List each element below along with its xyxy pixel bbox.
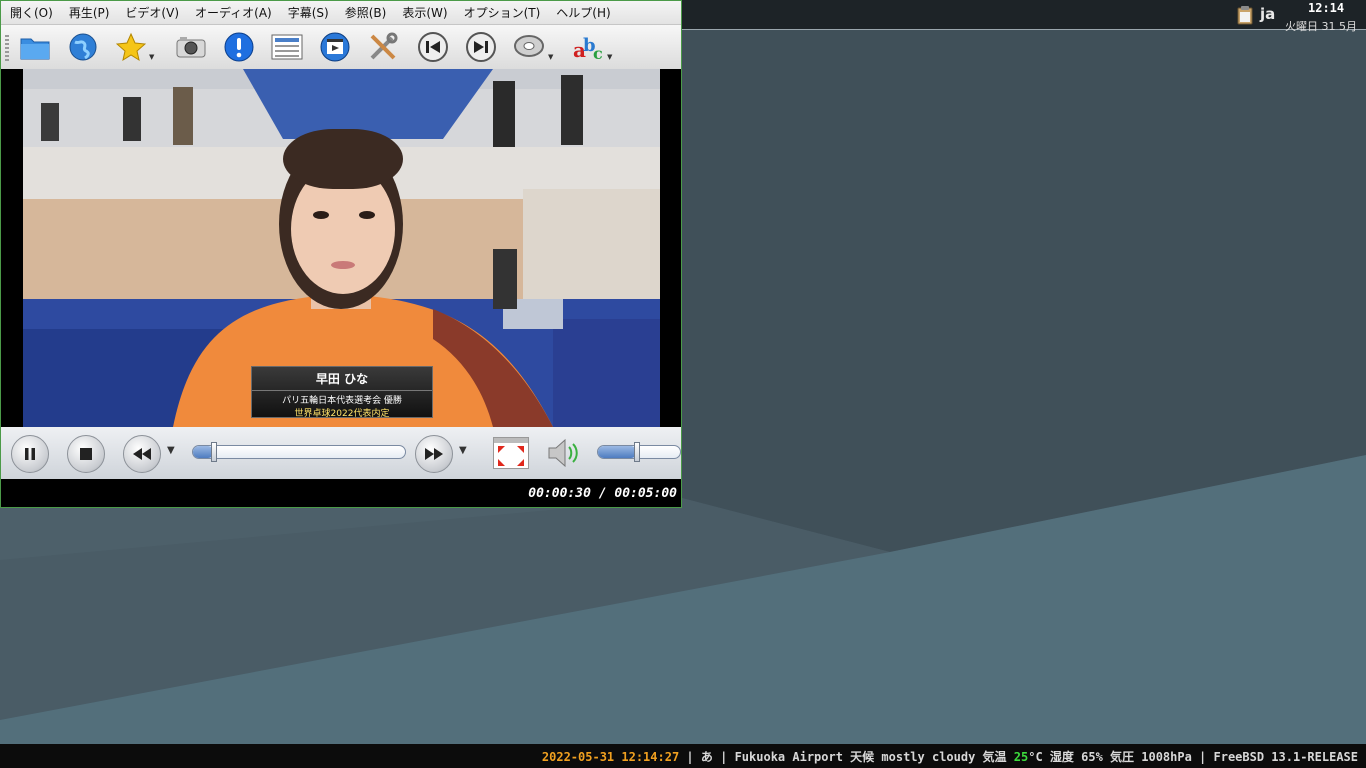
playback-controls: ▼ ▼: [1, 427, 681, 479]
status-input-method: あ: [700, 750, 713, 764]
playlist-icon[interactable]: [271, 31, 303, 63]
status-weather: Fukuoka Airport 天候 mostly cloudy 気温: [734, 750, 1014, 764]
seek-bar[interactable]: [192, 442, 406, 462]
subtitle-abc-icon[interactable]: abc: [573, 31, 605, 63]
volume-slider-handle[interactable]: [634, 442, 640, 462]
previous-track-icon[interactable]: [417, 31, 449, 63]
menu-browse[interactable]: 参照(B): [336, 4, 394, 21]
fast-forward-button[interactable]: [415, 435, 453, 473]
status-text: 2022-05-31 12:14:27 | あ | Fukuoka Airpor…: [542, 748, 1358, 765]
menu-subtitles[interactable]: 字幕(S): [279, 4, 336, 21]
video-display[interactable]: 早田 ひな パリ五輪日本代表選考会 優勝 世界卓球2022代表内定: [23, 69, 660, 427]
rewind-dropdown-arrow[interactable]: ▼: [167, 445, 175, 456]
stop-icon: [80, 448, 92, 460]
pause-icon: [25, 448, 35, 460]
preferences-tools-icon[interactable]: [367, 31, 399, 63]
toolbar: ▼ ▼ abc ▼: [1, 25, 681, 69]
rewind-icon: [133, 448, 151, 460]
status-sep: |: [712, 750, 735, 764]
info-icon[interactable]: [223, 31, 255, 63]
open-folder-icon[interactable]: [19, 31, 51, 63]
status-sep: |: [679, 750, 701, 764]
top-panel: ja 12:14 火曜日 31 5月: [682, 0, 1366, 33]
open-url-globe-icon[interactable]: [67, 31, 99, 63]
keyboard-layout-indicator[interactable]: ja: [1260, 5, 1275, 23]
status-temperature: 25: [1013, 750, 1029, 764]
caption-line2: 世界卓球2022代表内定: [294, 409, 390, 419]
clipboard-icon[interactable]: [1235, 5, 1255, 25]
volume-slider[interactable]: [597, 442, 681, 462]
name-caption: 早田 ひな パリ五輪日本代表選考会 優勝 世界卓球2022代表内定: [251, 366, 433, 419]
fast-forward-icon: [425, 448, 443, 460]
favorites-dropdown-arrow[interactable]: ▼: [149, 53, 154, 61]
svg-text:c: c: [593, 44, 603, 63]
menu-options[interactable]: オプション(T): [455, 4, 548, 21]
screenshot-camera-icon[interactable]: [175, 31, 207, 63]
system-status-bar: 2022-05-31 12:14:27 | あ | Fukuoka Airpor…: [0, 744, 1366, 768]
media-player-window: 開く(O) 再生(P) ビデオ(V) オーディオ(A) 字幕(S) 参照(B) …: [0, 0, 682, 508]
menu-view[interactable]: 表示(W): [393, 4, 454, 21]
caption-name: 早田 ひな: [315, 372, 369, 386]
date: 火曜日 31 5月: [1285, 20, 1357, 33]
menu-play[interactable]: 再生(P): [60, 4, 117, 21]
pause-button[interactable]: [11, 435, 49, 473]
time-display: 00:00:30 / 00:05:00: [528, 486, 677, 501]
menu-audio[interactable]: オーディオ(A): [186, 4, 279, 21]
favorites-star-icon[interactable]: [115, 31, 147, 63]
audio-dropdown-arrow[interactable]: ▼: [548, 53, 553, 61]
clock[interactable]: 12:14: [1308, 1, 1344, 15]
menu-open[interactable]: 開く(O): [1, 4, 60, 21]
player-status-bar: 00:00:30 / 00:05:00: [1, 479, 681, 507]
fast-forward-dropdown-arrow[interactable]: ▼: [459, 445, 467, 456]
next-track-icon[interactable]: [465, 31, 497, 63]
menu-bar: 開く(O) 再生(P) ビデオ(V) オーディオ(A) 字幕(S) 参照(B) …: [1, 1, 681, 25]
audio-disc-icon[interactable]: [513, 31, 545, 63]
mute-button[interactable]: [547, 437, 583, 469]
menu-help[interactable]: ヘルプ(H): [547, 4, 617, 21]
stop-button[interactable]: [67, 435, 105, 473]
status-weather-details: °C 湿度 65% 気圧 1008hPa | FreeBSD 13.1-RELE…: [1028, 750, 1358, 764]
fullscreen-icon: [494, 438, 528, 466]
caption-line1: パリ五輪日本代表選考会 優勝: [252, 390, 432, 406]
video-settings-icon[interactable]: [319, 31, 351, 63]
rewind-button[interactable]: [123, 435, 161, 473]
volume-speaker-icon: [548, 438, 578, 468]
subtitle-dropdown-arrow[interactable]: ▼: [607, 53, 612, 61]
fullscreen-button[interactable]: [493, 437, 529, 469]
seek-bar-handle[interactable]: [211, 442, 217, 462]
status-datetime: 2022-05-31 12:14:27: [541, 750, 680, 764]
menu-video[interactable]: ビデオ(V): [116, 4, 186, 21]
toolbar-grip[interactable]: [5, 35, 9, 61]
volume-slider-fill: [598, 446, 637, 458]
